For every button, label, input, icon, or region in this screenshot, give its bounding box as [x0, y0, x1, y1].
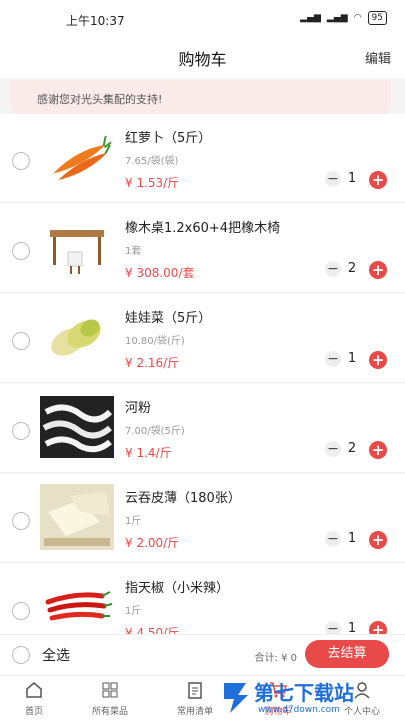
page-header: 购物车 编辑 — [0, 38, 405, 78]
decrease-button[interactable]: − — [325, 441, 341, 457]
item-select-radio[interactable] — [12, 512, 30, 530]
tab-all-dishes[interactable]: 所有菜品 — [78, 678, 142, 717]
wifi-icon: ◠ — [353, 13, 362, 23]
item-name: 指天椒（小米辣） — [125, 581, 230, 596]
item-spec: 10.80/袋(斤) — [125, 336, 185, 347]
total-amount: 合计: ¥ 0 — [254, 653, 297, 664]
increase-button[interactable]: + — [369, 351, 387, 369]
decrease-button[interactable]: − — [325, 351, 341, 367]
home-icon — [26, 682, 42, 698]
cart-item: 橡木桌1.2x60+4把橡木椅 1套 ¥ 308.00/套 − 2 + — [0, 204, 405, 293]
status-bar: 上午10:37 ▂▄▆ ▂▄▆ ◠ 95 — [0, 0, 405, 38]
cart-list[interactable]: 红萝卜（5斤） 7.65/袋(袋) ¥ 1.53/斤 − 1 + 橡木桌1.2x… — [0, 114, 405, 634]
item-name: 橡木桌1.2x60+4把橡木椅 — [125, 221, 281, 236]
item-select-radio[interactable] — [12, 602, 30, 620]
tab-home[interactable]: 首页 — [2, 678, 66, 717]
status-icons: ▂▄▆ ▂▄▆ ◠ 95 — [300, 11, 387, 25]
item-name: 河粉 — [125, 401, 152, 416]
tab-label: 所有菜品 — [91, 707, 128, 717]
cart-item: 河粉 7.00/袋(5斤) ¥ 1.4/斤 − 2 + — [0, 384, 405, 473]
item-select-radio[interactable] — [12, 422, 30, 440]
increase-button[interactable]: + — [369, 171, 387, 189]
watermark: 第七下载站 www.d7down.com — [210, 675, 405, 720]
rice-noodle-image — [40, 396, 114, 458]
item-name: 云吞皮薄（180张） — [125, 491, 241, 506]
signal-icon: ▂▄▆ — [300, 13, 321, 23]
increase-button[interactable]: + — [369, 441, 387, 459]
battery-icon: 95 — [367, 11, 387, 25]
increase-button[interactable]: + — [369, 261, 387, 279]
checkout-bar: 全选 合计: ¥ 0 去结算 — [0, 634, 405, 675]
item-spec: 7.65/袋(袋) — [125, 156, 179, 167]
item-select-radio[interactable] — [12, 152, 30, 170]
item-price: ¥ 308.00/套 — [125, 266, 195, 280]
item-spec: 1斤 — [125, 516, 142, 527]
item-quantity: 2 — [347, 261, 357, 276]
table-chair-image — [50, 230, 104, 274]
edit-button[interactable]: 编辑 — [365, 48, 391, 67]
item-quantity: 1 — [347, 531, 357, 546]
watermark-logo-icon — [224, 683, 248, 713]
item-spec: 1套 — [125, 246, 142, 257]
clipboard-icon — [188, 682, 202, 699]
item-quantity: 1 — [347, 171, 357, 186]
select-all-radio[interactable] — [12, 646, 30, 664]
item-price: ¥ 2.00/斤 — [125, 536, 180, 550]
status-time: 上午10:37 — [66, 14, 125, 28]
wonton-wrapper-image — [40, 484, 114, 550]
napa-cabbage-image — [51, 319, 101, 356]
checkout-button[interactable]: 去结算 — [305, 640, 389, 668]
cart-item: 指天椒（小米辣） 1斤 ¥ 4.50/斤 − 1 + — [0, 564, 405, 634]
increase-button[interactable]: + — [369, 621, 387, 634]
item-quantity: 1 — [347, 351, 357, 366]
item-spec: 1斤 — [125, 606, 142, 617]
item-spec: 7.00/袋(5斤) — [125, 426, 185, 437]
carrot-image — [52, 135, 112, 181]
item-select-radio[interactable] — [12, 332, 30, 350]
decrease-button[interactable]: − — [325, 171, 341, 187]
chili-pepper-image — [45, 591, 113, 621]
item-price: ¥ 1.4/斤 — [125, 446, 172, 460]
signal-icon-2: ▂▄▆ — [326, 13, 348, 23]
cart-item: 云吞皮薄（180张） 1斤 ¥ 2.00/斤 − 1 + — [0, 474, 405, 563]
item-name: 娃娃菜（5斤） — [125, 311, 212, 326]
item-select-radio[interactable] — [12, 242, 30, 260]
increase-button[interactable]: + — [369, 531, 387, 549]
notice-text: 感谢您对光头集配的支持! — [37, 93, 163, 106]
decrease-button[interactable]: − — [325, 261, 341, 277]
tab-label: 首页 — [24, 707, 43, 717]
item-name: 红萝卜（5斤） — [125, 131, 212, 146]
item-price: ¥ 4.50/斤 — [125, 626, 180, 634]
item-price: ¥ 1.53/斤 — [125, 176, 180, 190]
grid-icon — [102, 682, 118, 698]
cart-item: 红萝卜（5斤） 7.65/袋(袋) ¥ 1.53/斤 − 1 + — [0, 114, 405, 203]
watermark-url: www.d7down.com — [258, 705, 340, 715]
item-quantity: 1 — [347, 621, 357, 634]
page-title: 购物车 — [178, 50, 227, 69]
cart-item: 娃娃菜（5斤） 10.80/袋(斤) ¥ 2.16/斤 − 1 + — [0, 294, 405, 383]
item-price: ¥ 2.16/斤 — [125, 356, 180, 370]
select-all-label[interactable]: 全选 — [42, 645, 70, 665]
item-quantity: 2 — [347, 441, 357, 456]
watermark-text: 第七下载站 — [254, 681, 354, 705]
decrease-button[interactable]: − — [325, 621, 341, 634]
notice-banner: 感谢您对光头集配的支持! — [10, 80, 391, 116]
decrease-button[interactable]: − — [325, 531, 341, 547]
